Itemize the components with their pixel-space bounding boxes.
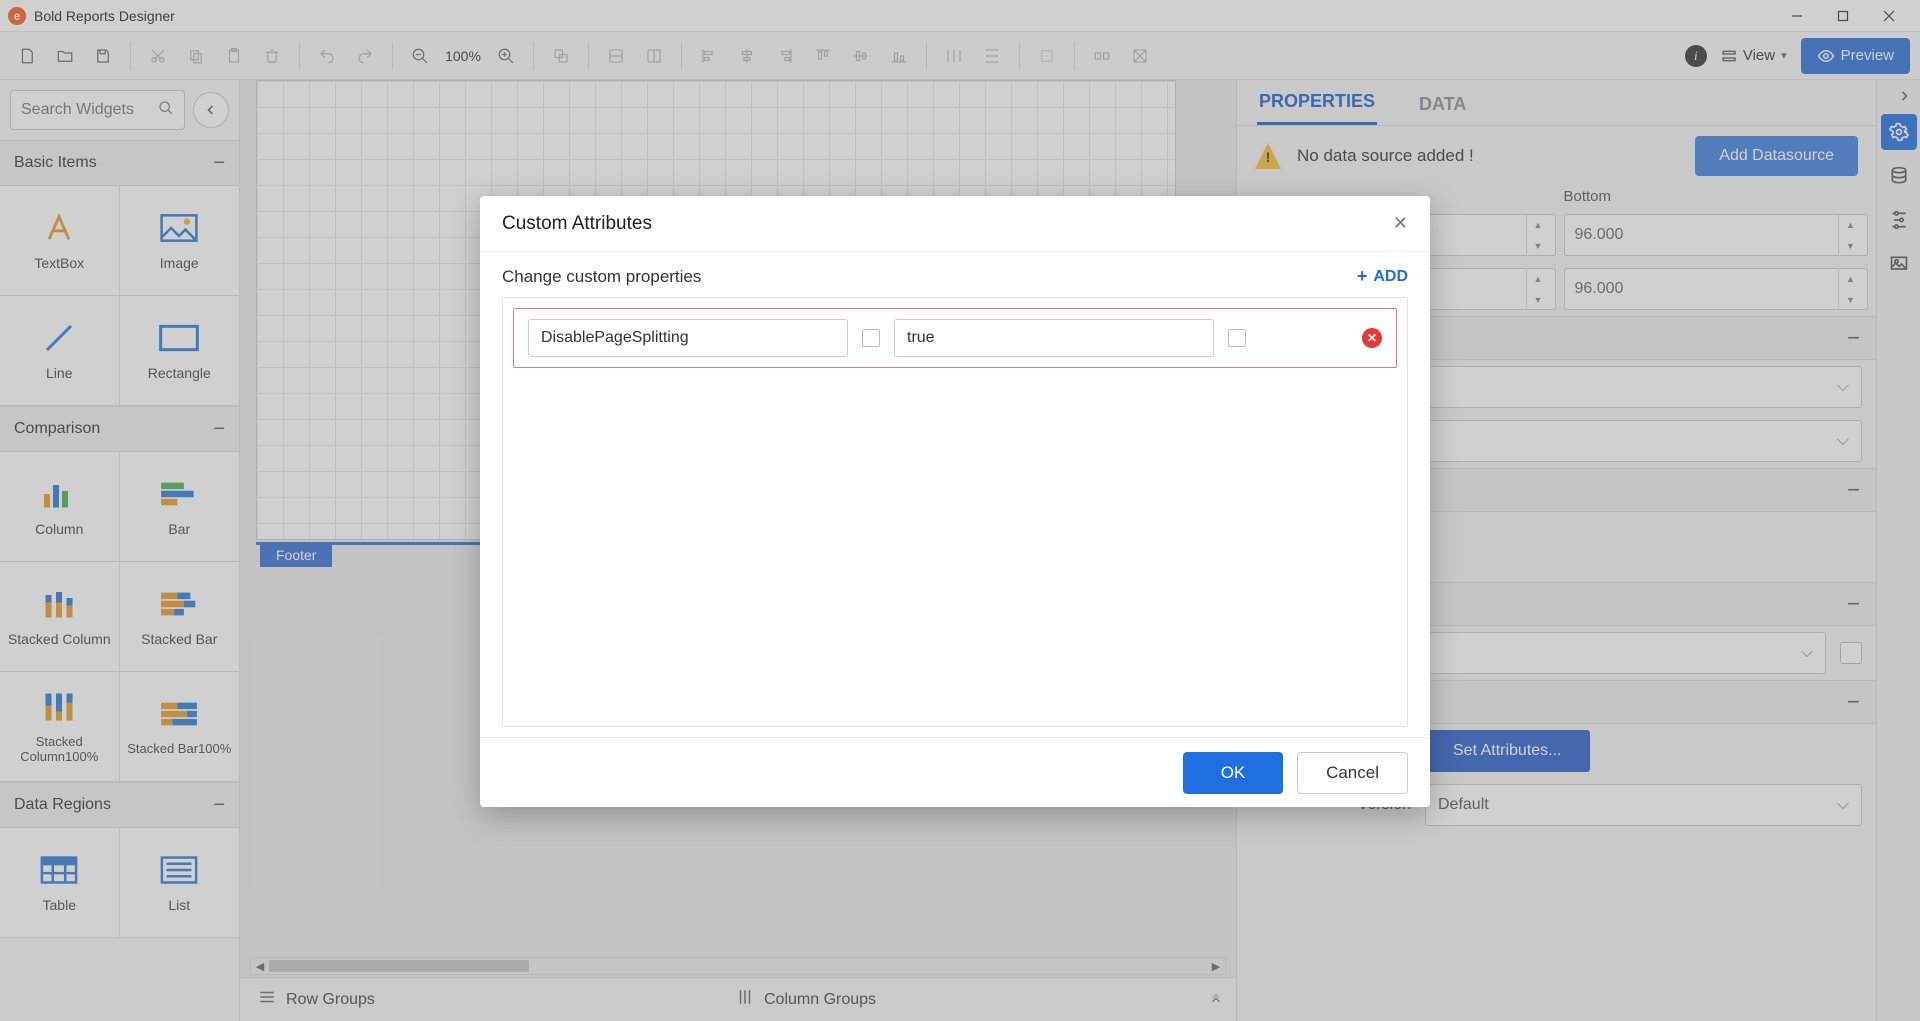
plus-icon: + xyxy=(1357,266,1368,287)
dialog-cancel-button[interactable]: Cancel xyxy=(1297,752,1408,794)
attribute-row: ✕ xyxy=(513,308,1397,368)
add-attribute-button[interactable]: + ADD xyxy=(1357,266,1408,287)
cancel-label: Cancel xyxy=(1326,763,1379,783)
dialog-close-button[interactable]: ✕ xyxy=(1393,213,1408,234)
dialog-ok-button[interactable]: OK xyxy=(1183,752,1283,794)
dialog-title: Custom Attributes xyxy=(502,213,652,235)
attribute-key-expression-checkbox[interactable] xyxy=(862,329,880,347)
ok-label: OK xyxy=(1221,763,1246,783)
attributes-list: ✕ xyxy=(502,297,1408,727)
delete-attribute-button[interactable]: ✕ xyxy=(1362,328,1382,348)
attribute-key-input[interactable] xyxy=(528,319,848,357)
attribute-value-input[interactable] xyxy=(894,319,1214,357)
attribute-value-expression-checkbox[interactable] xyxy=(1228,329,1246,347)
custom-attributes-dialog: Custom Attributes ✕ Change custom proper… xyxy=(480,196,1430,807)
add-label: ADD xyxy=(1373,268,1408,286)
dialog-subtitle: Change custom properties xyxy=(502,267,701,287)
